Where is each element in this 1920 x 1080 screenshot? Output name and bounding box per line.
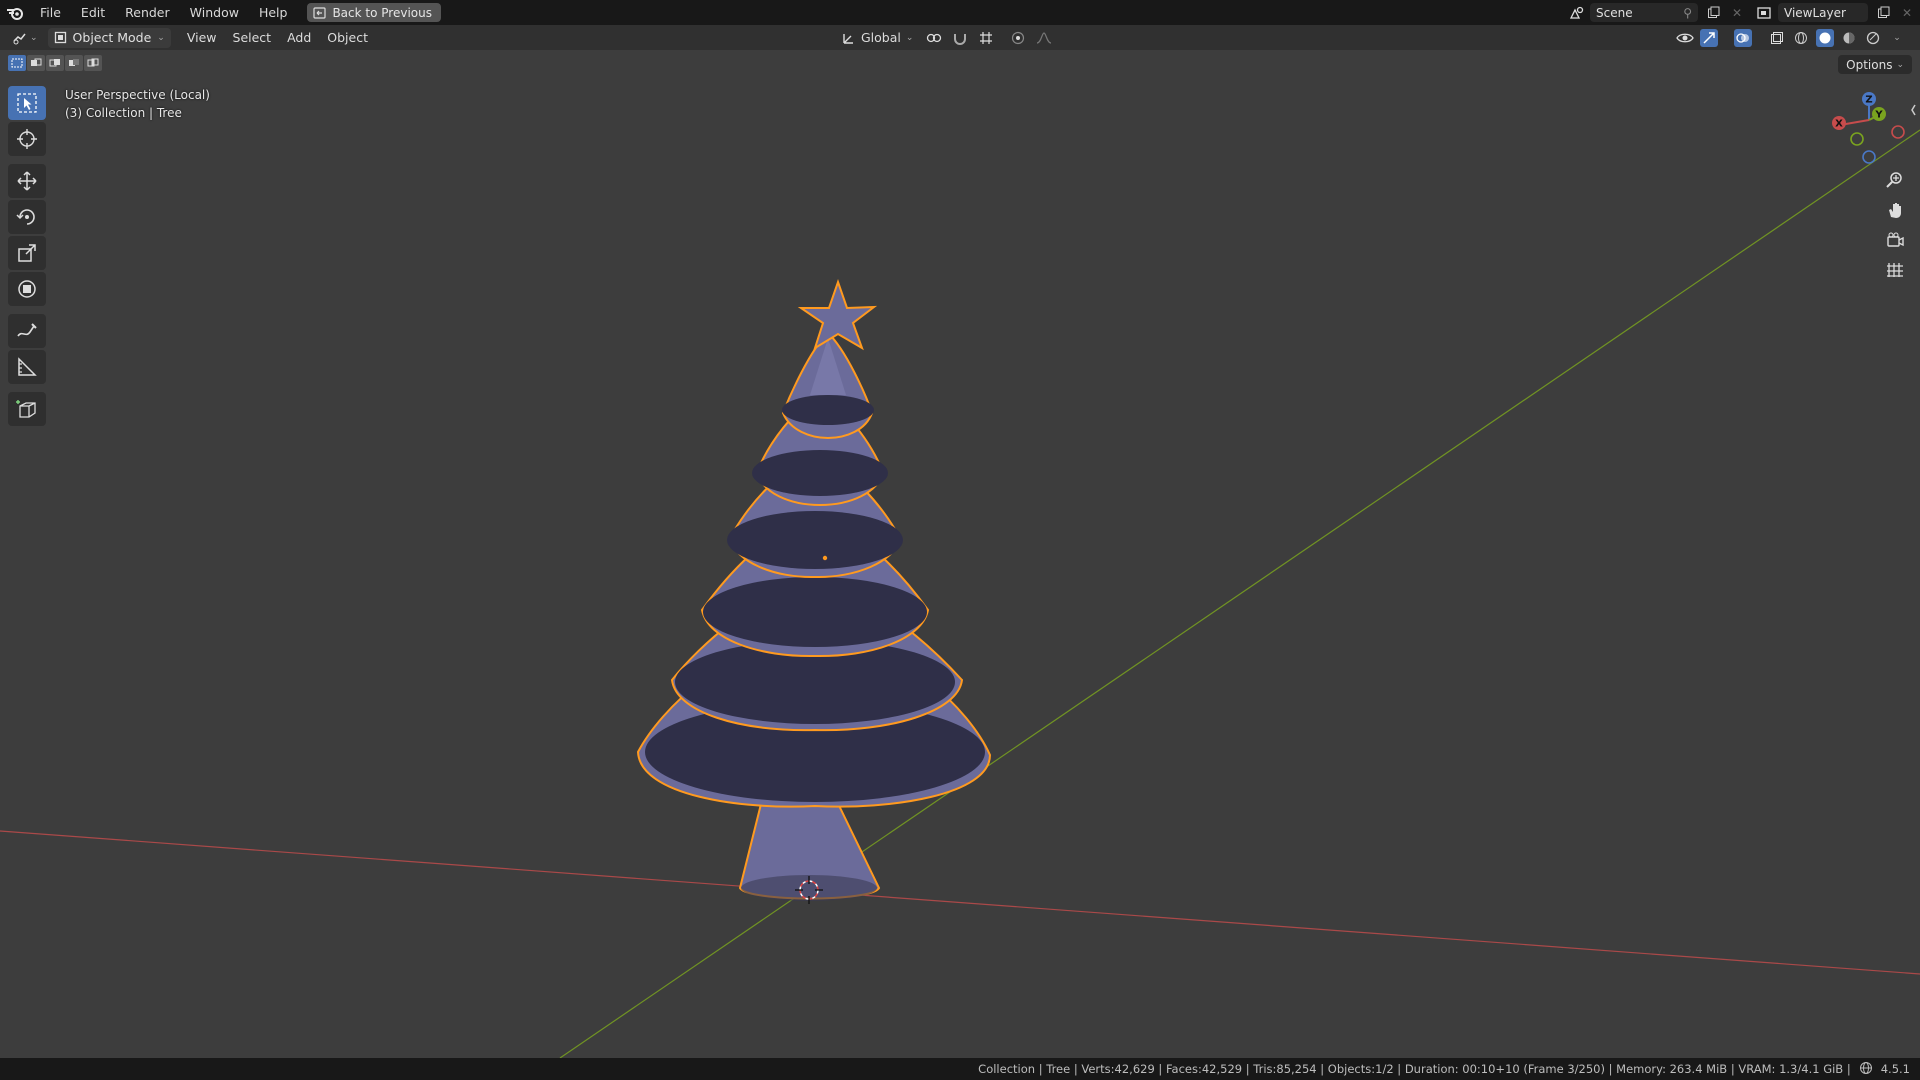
status-bar: Collection | Tree | Verts:42,629 | Faces… [0,1058,1920,1080]
transform-icon [18,280,36,298]
chevron-down-icon: ⌄ [157,32,165,43]
tree-star [797,278,878,351]
select-box-icon [17,93,37,113]
transform-orientation-dropdown[interactable]: Global ⌄ [838,28,917,48]
navigation-buttons [1882,168,1908,282]
editor-type-icon[interactable]: ⌄ [0,28,44,48]
back-icon [313,6,327,19]
snap-icon[interactable] [951,29,969,47]
transform-tools: Global ⌄ [838,25,1053,50]
navigation-gizmo[interactable]: Z Y X [1825,90,1920,170]
snap-target-icon[interactable] [977,29,995,47]
falloff-icon[interactable] [1035,29,1053,47]
pan-hand-icon[interactable] [1882,198,1908,222]
cursor-tool[interactable] [8,122,46,156]
remove-viewlayer-icon[interactable]: ✕ [1898,4,1916,22]
scene-viewlayer-area: Scene ⚲ ✕ ViewLayer ✕ [1568,0,1920,25]
overlays-icon[interactable] [1734,28,1752,47]
menu-object[interactable]: Object [319,28,376,48]
remove-scene-icon[interactable]: ✕ [1728,4,1746,22]
shading-options-chevron-icon[interactable]: ⌄ [1888,29,1906,47]
transform-orientation-label: Global [861,30,901,45]
menu-edit[interactable]: Edit [71,0,115,25]
visibility-eye-icon[interactable] [1676,29,1694,47]
annotate-tool[interactable] [8,314,46,348]
gizmo-z-label: Z [1865,95,1872,106]
viewlayer-field[interactable]: ViewLayer [1778,3,1868,22]
annotate-icon [17,323,37,337]
scene-field[interactable]: Scene ⚲ [1590,3,1698,22]
gizmo-toggle-icon[interactable] [1700,28,1718,47]
object-mode-icon [54,31,66,44]
gizmo-x-label: X [1835,119,1843,130]
back-to-previous-button[interactable]: Back to Previous [307,3,441,22]
version-label: 4.5.1 [1880,1062,1910,1076]
menu-file[interactable]: File [30,0,71,25]
viewport-display-tools: ⌄ [1676,25,1906,50]
gizmo-neg-z-axis[interactable] [1862,150,1876,164]
top-menubar: File Edit Render Window Help Back to Pre… [0,0,1920,25]
new-scene-icon[interactable] [1704,4,1722,22]
measure-tool[interactable] [8,350,46,384]
globe-icon [1859,1061,1873,1078]
camera-icon[interactable] [1882,228,1908,252]
gizmo-neg-y-axis[interactable] [1850,132,1864,146]
pin-icon[interactable]: ⚲ [1683,6,1692,20]
menu-help[interactable]: Help [249,0,298,25]
add-cube-icon [16,400,36,418]
collection-label: (3) Collection | Tree [65,106,182,120]
scale-tool[interactable] [8,236,46,270]
pivot-point-icon[interactable] [925,29,943,47]
orientation-icon [843,33,853,44]
add-cube-tool[interactable] [8,392,46,426]
select-box-tool[interactable] [8,86,46,120]
tool-shelf [8,86,46,428]
zoom-icon[interactable] [1882,168,1908,192]
menu-select[interactable]: Select [225,28,280,48]
perspective-label: User Perspective (Local) [65,88,210,102]
3d-viewport[interactable] [0,50,1920,1058]
back-to-previous-label: Back to Previous [332,5,432,20]
scene-statistics: Collection | Tree | Verts:42,629 | Faces… [978,1062,1851,1076]
menu-view[interactable]: View [179,28,225,48]
viewport-info: User Perspective (Local) (3) Collection … [65,86,210,122]
xray-icon[interactable] [1768,29,1786,47]
menu-window[interactable]: Window [180,0,249,25]
viewlayer-name: ViewLayer [1784,5,1846,20]
scene-name: Scene [1596,5,1633,20]
transform-tool[interactable] [8,272,46,306]
scale-icon [18,244,36,262]
object-mode-label: Object Mode [72,30,152,45]
gizmo-neg-x-axis[interactable] [1891,125,1905,139]
rotate-tool[interactable] [8,200,46,234]
object-mode-dropdown[interactable]: Object Mode ⌄ [47,27,171,48]
grid-icon[interactable] [1882,258,1908,282]
tree-object[interactable] [636,278,992,901]
menu-render[interactable]: Render [115,0,180,25]
proportional-edit-icon[interactable] [1009,29,1027,47]
new-viewlayer-icon[interactable] [1874,4,1892,22]
tree-tier-6 [781,331,874,440]
move-tool[interactable] [8,164,46,198]
move-icon [17,171,37,191]
object-origin [822,555,828,561]
menu-add[interactable]: Add [279,28,319,48]
measure-icon [18,357,37,376]
solid-shading-icon[interactable] [1816,28,1834,47]
rotate-icon [16,209,35,225]
x-axis-line [0,830,1920,975]
wireframe-shading-icon[interactable] [1792,29,1810,47]
rendered-shading-icon[interactable] [1864,29,1882,47]
blender-logo-icon[interactable] [0,0,30,25]
cursor-icon [17,129,37,149]
viewlayer-icon[interactable] [1756,4,1774,22]
scene-icon[interactable] [1568,4,1586,22]
gizmo-y-label: Y [1874,110,1883,121]
material-shading-icon[interactable] [1840,29,1858,47]
